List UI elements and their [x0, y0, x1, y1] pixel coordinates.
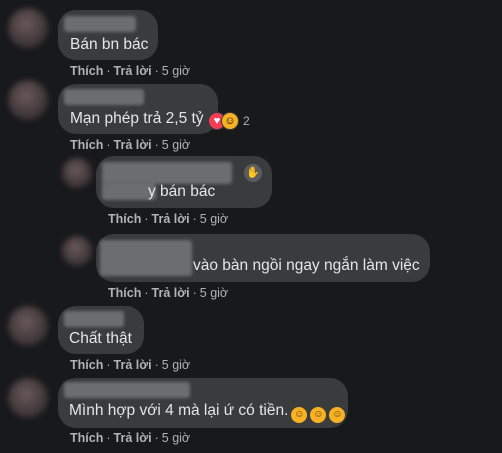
comment-bubble: Mạn phép trả 2,5 tỷ [58, 84, 218, 134]
haha-icon: ☺ [221, 112, 239, 130]
comment-body: Mình hợp với 4 mà lại ứ có tiền. [69, 402, 289, 419]
commenter-name-redacted[interactable] [102, 162, 232, 184]
comment-bubble: Mình hợp với 4 mà lại ứ có tiền. ☺ ☺ ☺ [58, 378, 348, 428]
like-link[interactable]: Thích [108, 286, 141, 300]
comment-actions: Thích · Trả lời · 5 giờ [108, 286, 228, 300]
haha-icon: ☺ [291, 407, 308, 423]
comment-bubble: Chất thật [58, 306, 144, 354]
like-link[interactable]: Thích [70, 358, 103, 372]
avatar[interactable] [62, 158, 92, 188]
reply-link[interactable]: Trả lời [114, 431, 152, 445]
avatar[interactable] [62, 236, 92, 266]
comment-actions: Thích · Trả lời · 5 giờ [70, 431, 190, 445]
timestamp[interactable]: 5 giờ [162, 431, 190, 445]
separator: · [192, 212, 197, 226]
comment-bubble: vào bàn ngồi ngay ngắn làm việc [96, 234, 430, 282]
comment-text: vào bàn ngồi ngay ngắn làm việc [193, 257, 420, 274]
timestamp[interactable]: 5 giờ [162, 138, 190, 152]
timestamp[interactable]: 5 giờ [200, 212, 228, 226]
comment-actions: Thích · Trả lời · 5 giờ [70, 358, 190, 372]
comment-actions: Thích · Trả lời · 5 giờ [70, 64, 190, 78]
commenter-name-redacted[interactable] [64, 16, 136, 32]
comment-actions: Thích · Trả lời · 5 giờ [70, 138, 190, 152]
comment-text: Chất thật [69, 330, 132, 347]
reaction-summary[interactable]: ♥ ☺ 2 [208, 112, 250, 130]
separator: · [154, 431, 159, 445]
timestamp[interactable]: 5 giờ [162, 64, 190, 78]
separator: · [106, 431, 111, 445]
reply-link[interactable]: Trả lời [152, 286, 190, 300]
reply-link[interactable]: Trả lời [114, 64, 152, 78]
like-link[interactable]: Thích [108, 212, 141, 226]
commenter-name-redacted[interactable] [64, 382, 190, 398]
avatar[interactable] [8, 80, 48, 120]
timestamp[interactable]: 5 giờ [200, 286, 228, 300]
avatar[interactable] [8, 8, 48, 48]
comment-text: Mạn phép trả 2,5 tỷ [70, 110, 204, 127]
comment-bubble: Bán bn bác [58, 10, 158, 60]
avatar[interactable] [8, 378, 48, 418]
avatar[interactable] [8, 306, 48, 346]
separator: · [106, 64, 111, 78]
separator: · [192, 286, 197, 300]
wave-icon: ✋ [244, 164, 262, 182]
like-link[interactable]: Thích [70, 431, 103, 445]
separator: · [154, 138, 159, 152]
separator: · [154, 64, 159, 78]
separator: · [106, 138, 111, 152]
comment-text: Mình hợp với 4 mà lại ứ có tiền. ☺ ☺ ☺ [69, 402, 346, 423]
commenter-name-redacted[interactable] [64, 311, 124, 327]
comment-bubble: ✋ y bán bác [96, 156, 272, 208]
reply-link[interactable]: Trả lời [152, 212, 190, 226]
separator: · [144, 286, 149, 300]
haha-icon: ☺ [329, 407, 346, 423]
commenter-name-redacted[interactable] [64, 89, 144, 105]
separator: · [154, 358, 159, 372]
comment-actions: Thích · Trả lời · 5 giờ [108, 212, 228, 226]
comment-text: y bán bác [148, 183, 216, 200]
haha-icon: ☺ [310, 407, 327, 423]
reply-link[interactable]: Trả lời [114, 358, 152, 372]
reaction-count: 2 [243, 114, 250, 128]
like-link[interactable]: Thích [70, 138, 103, 152]
separator: · [144, 212, 149, 226]
timestamp[interactable]: 5 giờ [162, 358, 190, 372]
like-link[interactable]: Thích [70, 64, 103, 78]
comment-text: Bán bn bác [70, 36, 149, 53]
separator: · [106, 358, 111, 372]
commenter-name-redacted[interactable] [100, 240, 192, 276]
reply-link[interactable]: Trả lời [114, 138, 152, 152]
